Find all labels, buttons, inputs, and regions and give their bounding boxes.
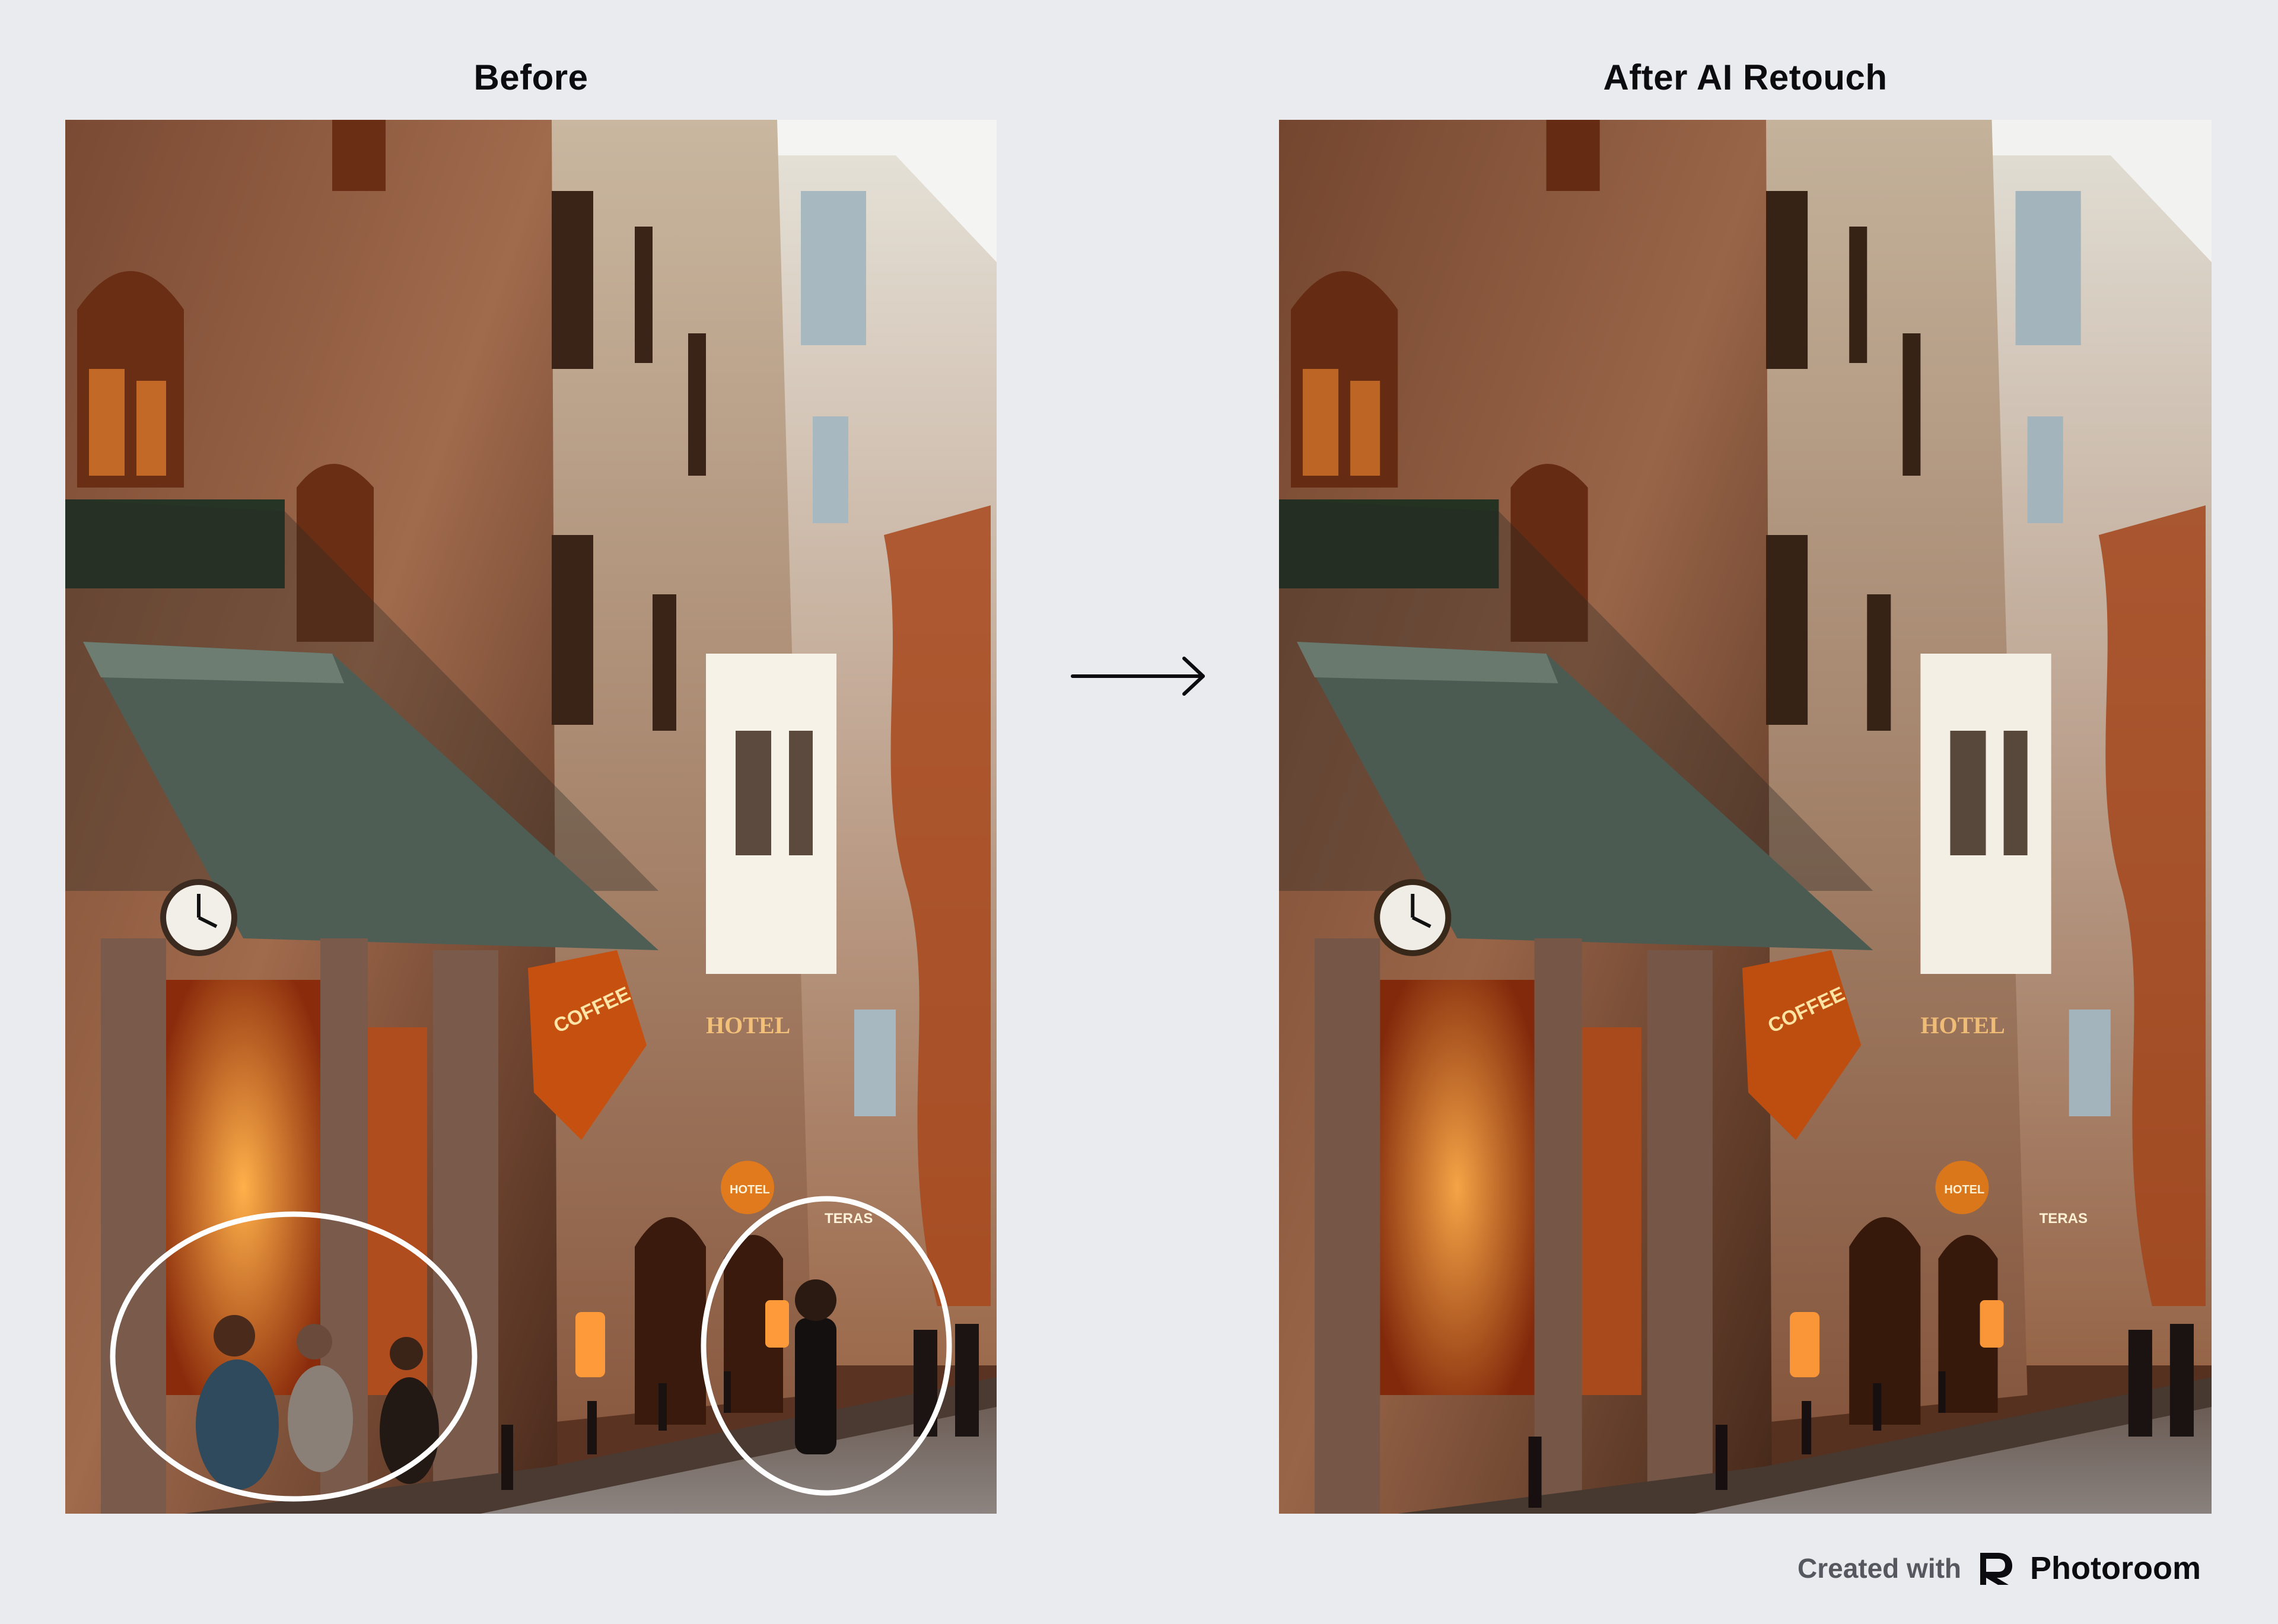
round-hotel-sign: HOTEL xyxy=(1944,1183,1984,1196)
after-photo: COFFEE HOTEL HOTEL TERAS xyxy=(1279,120,2212,1514)
street-scene-after: COFFEE HOTEL HOTEL TERAS xyxy=(1279,120,2212,1514)
created-with-label: Created with xyxy=(1797,1553,1962,1584)
after-title: After AI Retouch xyxy=(1603,58,1888,97)
hotel-sign: HOTEL xyxy=(706,1012,790,1039)
before-title: Before xyxy=(473,58,588,97)
photoroom-logo-icon xyxy=(1980,1553,2013,1585)
street-scene-before: COFFEE HOTEL HOTEL TERAS xyxy=(65,120,997,1514)
right-arrow-icon xyxy=(1071,657,1205,696)
pedestrian-woman xyxy=(795,1279,836,1454)
cafe-customers xyxy=(196,1315,439,1490)
hotel-sign: HOTEL xyxy=(1920,1012,2005,1039)
teras-sign: TERAS xyxy=(2040,1211,2088,1227)
before-photo: COFFEE HOTEL HOTEL TERAS xyxy=(65,120,997,1514)
teras-sign: TERAS xyxy=(825,1211,873,1227)
round-hotel-sign: HOTEL xyxy=(730,1183,770,1196)
photoroom-brand-name: Photoroom xyxy=(2030,1550,2201,1586)
created-with-credit: Created with Photoroom xyxy=(1797,1545,2201,1592)
